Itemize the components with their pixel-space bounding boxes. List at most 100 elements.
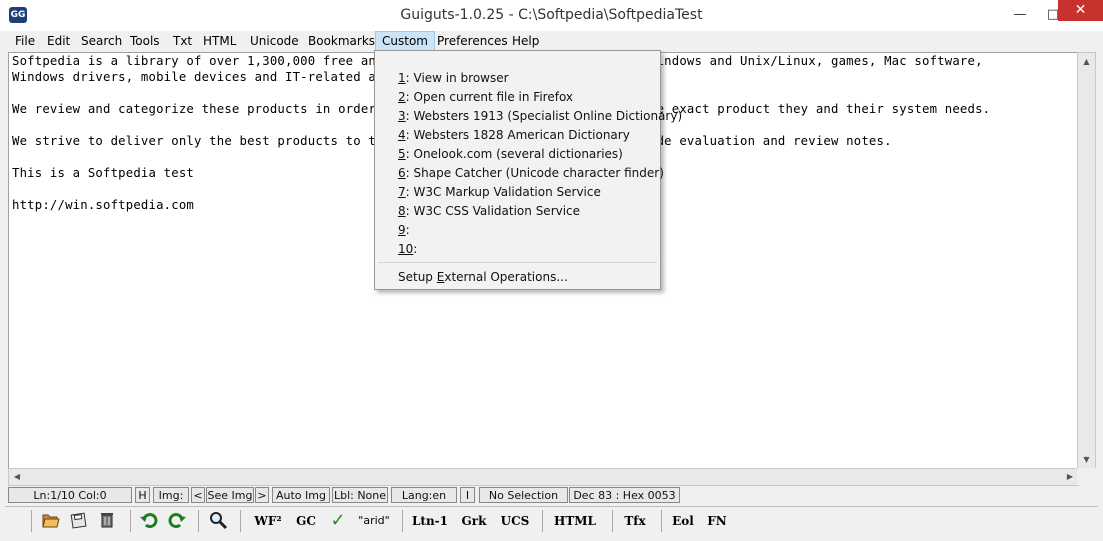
custom-menu-item-6[interactable]: 6: Shape Catcher (Unicode character find… — [398, 164, 664, 183]
check-icon[interactable]: ✓ — [327, 510, 349, 532]
menu-txt[interactable]: Txt — [167, 32, 198, 50]
title-bar: GG Guiguts-1.0.25 - C:\Softpedia\Softped… — [0, 0, 1103, 32]
status-i[interactable]: I — [460, 487, 475, 503]
editor-line: http://win.softpedia.com — [12, 198, 195, 212]
scroll-corner — [1077, 468, 1096, 485]
menu-item-key: 1 — [398, 71, 406, 85]
menu-item-key: 4 — [398, 128, 406, 142]
menu-item-label: : Websters 1828 American Dictionary — [405, 128, 630, 142]
menu-item-label: : — [405, 223, 410, 237]
grk-button[interactable]: Grk — [460, 510, 488, 532]
toolbar-separator — [31, 510, 32, 532]
status-h[interactable]: H — [135, 487, 150, 503]
menu-item-key: 3 — [398, 109, 406, 123]
toolbar-separator — [130, 510, 131, 532]
scroll-down-icon[interactable]: ▼ — [1078, 451, 1095, 468]
close-button[interactable]: ✕ — [1058, 0, 1103, 21]
menu-item-label: xternal Operations... — [444, 270, 568, 284]
custom-menu-item-9[interactable]: 9: — [398, 221, 410, 240]
menu-html[interactable]: HTML — [197, 32, 242, 50]
menu-item-key: 2 — [398, 90, 406, 104]
open-folder-icon[interactable] — [41, 510, 63, 532]
editor-line: Windows drivers, mobile devices and IT-r… — [12, 70, 437, 84]
status-label[interactable]: Lbl: None — [332, 487, 388, 503]
undo-icon[interactable] — [139, 510, 161, 532]
fn-button[interactable]: FN — [706, 510, 728, 532]
ltn1-button[interactable]: Ltn-1 — [411, 510, 449, 532]
save-icon[interactable] — [69, 510, 91, 532]
toolbar-separator — [240, 510, 241, 532]
menu-item-key: 8 — [398, 204, 406, 218]
arid-button[interactable]: "arid" — [356, 510, 392, 532]
custom-menu-item-8[interactable]: 8: W3C CSS Validation Service — [398, 202, 580, 221]
eol-button[interactable]: Eol — [671, 510, 695, 532]
menu-custom[interactable]: Custom — [375, 31, 435, 51]
editor-line: This is a Softpedia test — [12, 166, 195, 180]
menu-item-key: 7 — [398, 185, 406, 199]
menu-item-label: : W3C Markup Validation Service — [405, 185, 601, 199]
menu-item-label: : Onelook.com (several dictionaries) — [405, 147, 623, 161]
status-bar: Ln:1/10 Col:0 H Img: < See Img > Auto Im… — [8, 486, 1098, 504]
menu-item-label: : Shape Catcher (Unicode character finde… — [405, 166, 664, 180]
custom-menu-item-7[interactable]: 7: W3C Markup Validation Service — [398, 183, 601, 202]
menu-preferences[interactable]: Preferences — [431, 32, 514, 50]
menu-item-label: : — [413, 242, 418, 256]
menu-item-label: Setup — [398, 270, 437, 284]
vertical-scrollbar[interactable]: ▲ ▼ — [1077, 52, 1096, 469]
tfx-button[interactable]: Tfx — [622, 510, 648, 532]
trash-icon[interactable] — [97, 510, 119, 532]
menu-bar: File Edit Search Tools Txt HTML Unicode … — [0, 31, 1103, 51]
menu-item-key: 10 — [398, 242, 414, 256]
scroll-right-icon[interactable]: ▶ — [1062, 469, 1078, 485]
menu-unicode[interactable]: Unicode — [244, 32, 305, 50]
toolbar: WF² GC ✓ "arid" Ltn-1 Grk UCS HTML Tfx E… — [5, 506, 1098, 535]
menu-item-key: 5 — [398, 147, 406, 161]
minimize-button[interactable]: — — [1003, 0, 1037, 31]
status-char-code[interactable]: Dec 83 : Hex 0053 — [569, 487, 680, 503]
menu-item-label: : W3C CSS Validation Service — [405, 204, 581, 218]
toolbar-separator — [612, 510, 613, 532]
menu-item-key: 6 — [398, 166, 406, 180]
gc-button[interactable]: GC — [294, 510, 318, 532]
toolbar-separator — [198, 510, 199, 532]
custom-menu-item-4[interactable]: 4: Websters 1828 American Dictionary — [398, 126, 630, 145]
custom-menu-item-5[interactable]: 5: Onelook.com (several dictionaries) — [398, 145, 623, 164]
custom-menu-dropdown: 1: View in browser 2: Open current file … — [374, 50, 682, 290]
menu-help[interactable]: Help — [506, 32, 545, 50]
menu-separator — [378, 262, 657, 263]
menu-item-label: : Open current file in Firefox — [405, 90, 574, 104]
setup-external-operations-item[interactable]: Setup External Operations... — [398, 268, 568, 287]
menu-tools[interactable]: Tools — [124, 32, 166, 50]
status-line-col[interactable]: Ln:1/10 Col:0 — [8, 487, 132, 503]
custom-menu-item-10[interactable]: 10: — [398, 240, 417, 259]
scroll-up-icon[interactable]: ▲ — [1078, 53, 1095, 70]
status-img[interactable]: Img: — [153, 487, 189, 503]
menu-edit[interactable]: Edit — [41, 32, 76, 50]
redo-icon[interactable] — [167, 510, 189, 532]
scroll-left-icon[interactable]: ◀ — [9, 469, 25, 485]
toolbar-separator — [661, 510, 662, 532]
custom-menu-item-1[interactable]: 1: View in browser — [398, 69, 509, 88]
status-selection[interactable]: No Selection — [479, 487, 568, 503]
menu-item-label: : View in browser — [405, 71, 509, 85]
menu-item-key: 9 — [398, 223, 406, 237]
status-auto-img-button[interactable]: Auto Img — [272, 487, 330, 503]
menu-item-label: : Websters 1913 (Specialist Online Dicti… — [405, 109, 683, 123]
window-title: Guiguts-1.0.25 - C:\Softpedia\SoftpediaT… — [400, 7, 703, 23]
status-lang[interactable]: Lang:en — [391, 487, 457, 503]
status-prev-img-button[interactable]: < — [191, 487, 205, 503]
search-magnifier-icon[interactable] — [208, 510, 230, 532]
menu-search[interactable]: Search — [75, 32, 128, 50]
html-button[interactable]: HTML — [554, 510, 596, 532]
custom-menu-item-3[interactable]: 3: Websters 1913 (Specialist Online Dict… — [398, 107, 682, 126]
ucs-button[interactable]: UCS — [499, 510, 531, 532]
menu-bookmarks[interactable]: Bookmarks — [302, 32, 381, 50]
horizontal-scrollbar[interactable]: ◀ ▶ — [8, 468, 1079, 486]
status-see-img-button[interactable]: See Img — [206, 487, 254, 503]
toolbar-separator — [402, 510, 403, 532]
menu-file[interactable]: File — [9, 32, 41, 50]
toolbar-separator — [542, 510, 543, 532]
wf2-button[interactable]: WF² — [253, 510, 283, 532]
custom-menu-item-2[interactable]: 2: Open current file in Firefox — [398, 88, 573, 107]
status-next-img-button[interactable]: > — [255, 487, 269, 503]
